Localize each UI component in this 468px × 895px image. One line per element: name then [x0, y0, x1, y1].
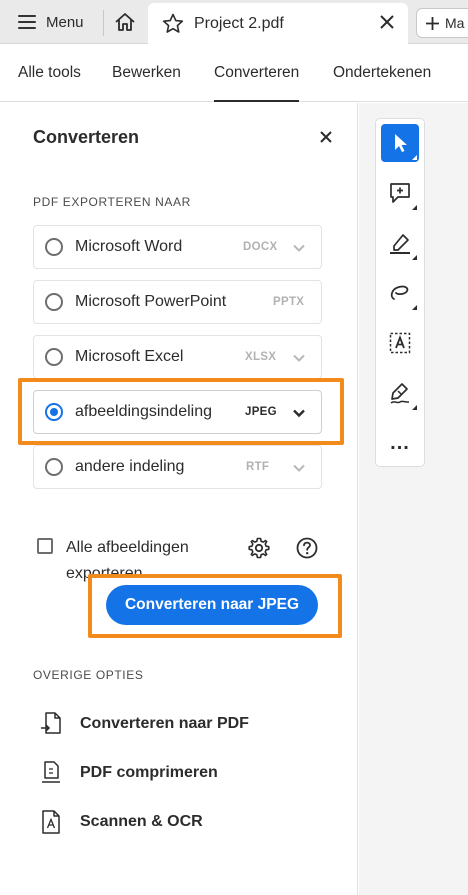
menu-label: Menu — [46, 13, 84, 31]
panel-title: Converteren — [33, 127, 140, 147]
submenu-indicator — [412, 405, 417, 410]
new-tab-label: Ma — [445, 15, 465, 31]
draw-freeform-icon — [390, 285, 409, 300]
submenu-indicator — [412, 255, 417, 260]
help-icon — [296, 537, 318, 559]
option-microsoft-excel[interactable]: Microsoft Excel XLSX — [33, 335, 322, 379]
more-tools-icon: ... — [390, 432, 410, 454]
highlight-pen-icon — [390, 234, 410, 254]
chevron-down-icon[interactable] — [292, 461, 306, 475]
scan-ocr-label: Scannen & OCR — [80, 813, 203, 830]
document-tab[interactable]: Project 2.pdf — [148, 3, 408, 44]
plus-icon — [426, 16, 439, 30]
compress-pdf-label: PDF comprimeren — [80, 764, 218, 781]
star-icon[interactable] — [162, 13, 184, 34]
home-icon — [115, 13, 135, 31]
radio-button[interactable] — [45, 238, 63, 256]
more-tools-button[interactable]: ... — [381, 424, 419, 462]
compress-pdf-link[interactable]: PDF comprimeren — [40, 758, 218, 788]
home-button[interactable] — [104, 0, 146, 44]
option-label: Microsoft PowerPoint — [75, 293, 227, 310]
tab-alle-tools[interactable]: Alle tools — [18, 44, 81, 102]
option-label: Microsoft Excel — [75, 348, 184, 365]
scan-ocr-link[interactable]: Scannen & OCR — [40, 807, 203, 837]
text-select-icon — [389, 332, 411, 354]
hamburger-icon — [18, 15, 36, 29]
other-section-label: OVERIGE OPTIES — [33, 668, 144, 682]
format-badge: PPTX — [273, 296, 305, 308]
select-pointer-icon — [395, 134, 407, 152]
browser-tab-bar: Menu Project 2.pdf Ma — [0, 0, 468, 44]
fill-sign-icon — [390, 383, 410, 404]
option-andere-indeling[interactable]: andere indeling RTF — [33, 445, 322, 489]
add-comment-icon — [390, 183, 410, 203]
document-title: Project 2.pdf — [194, 14, 284, 32]
close-panel-icon[interactable] — [318, 129, 334, 145]
submenu-indicator — [412, 205, 417, 210]
text-tool[interactable] — [381, 324, 419, 362]
tab-bewerken[interactable]: Bewerken — [112, 44, 181, 102]
chevron-down-icon[interactable] — [292, 241, 306, 255]
settings-button[interactable] — [246, 535, 272, 561]
tool-navigation: Alle tools Bewerken Converteren Ondertek… — [0, 44, 468, 102]
highlight-outline — [18, 378, 344, 445]
submenu-indicator — [412, 305, 417, 310]
export-section-label: PDF EXPORTEREN NAAR — [33, 195, 191, 209]
tab-converteren[interactable]: Converteren — [214, 44, 300, 102]
option-label: andere indeling — [75, 458, 185, 475]
convert-to-pdf-link[interactable]: Converteren naar PDF — [40, 709, 249, 739]
scan-ocr-icon — [40, 809, 62, 835]
gear-icon — [248, 537, 270, 559]
radio-button[interactable] — [45, 458, 63, 476]
radio-button[interactable] — [45, 348, 63, 366]
export-all-images-checkbox[interactable] — [37, 538, 53, 554]
select-tool[interactable] — [381, 124, 419, 162]
convert-to-pdf-icon — [40, 711, 62, 737]
radio-button[interactable] — [45, 293, 63, 311]
fill-sign-tool[interactable] — [381, 374, 419, 412]
help-button[interactable] — [294, 535, 320, 561]
draw-tool[interactable] — [381, 274, 419, 312]
new-tab-button[interactable]: Ma — [416, 8, 468, 38]
option-label: Microsoft Word — [75, 238, 183, 255]
option-microsoft-powerpoint[interactable]: Microsoft PowerPoint PPTX — [33, 280, 322, 324]
compress-pdf-icon — [40, 760, 62, 786]
quick-tools-toolbar: ... — [375, 118, 425, 467]
submenu-indicator — [412, 155, 417, 160]
highlight-tool[interactable] — [381, 224, 419, 262]
convert-to-pdf-label: Converteren naar PDF — [80, 715, 249, 732]
chevron-down-icon[interactable] — [292, 351, 306, 365]
menu-button[interactable]: Menu — [0, 0, 103, 44]
format-badge: DOCX — [243, 241, 278, 253]
format-badge: RTF — [246, 461, 270, 473]
highlight-outline — [88, 574, 342, 638]
option-microsoft-word[interactable]: Microsoft Word DOCX — [33, 225, 322, 269]
convert-panel: Converteren PDF EXPORTEREN NAAR Microsof… — [0, 103, 358, 895]
tab-ondertekenen[interactable]: Ondertekenen — [333, 44, 431, 102]
comment-tool[interactable] — [381, 174, 419, 212]
close-tab-icon[interactable] — [378, 13, 396, 31]
format-badge: XLSX — [245, 351, 277, 363]
